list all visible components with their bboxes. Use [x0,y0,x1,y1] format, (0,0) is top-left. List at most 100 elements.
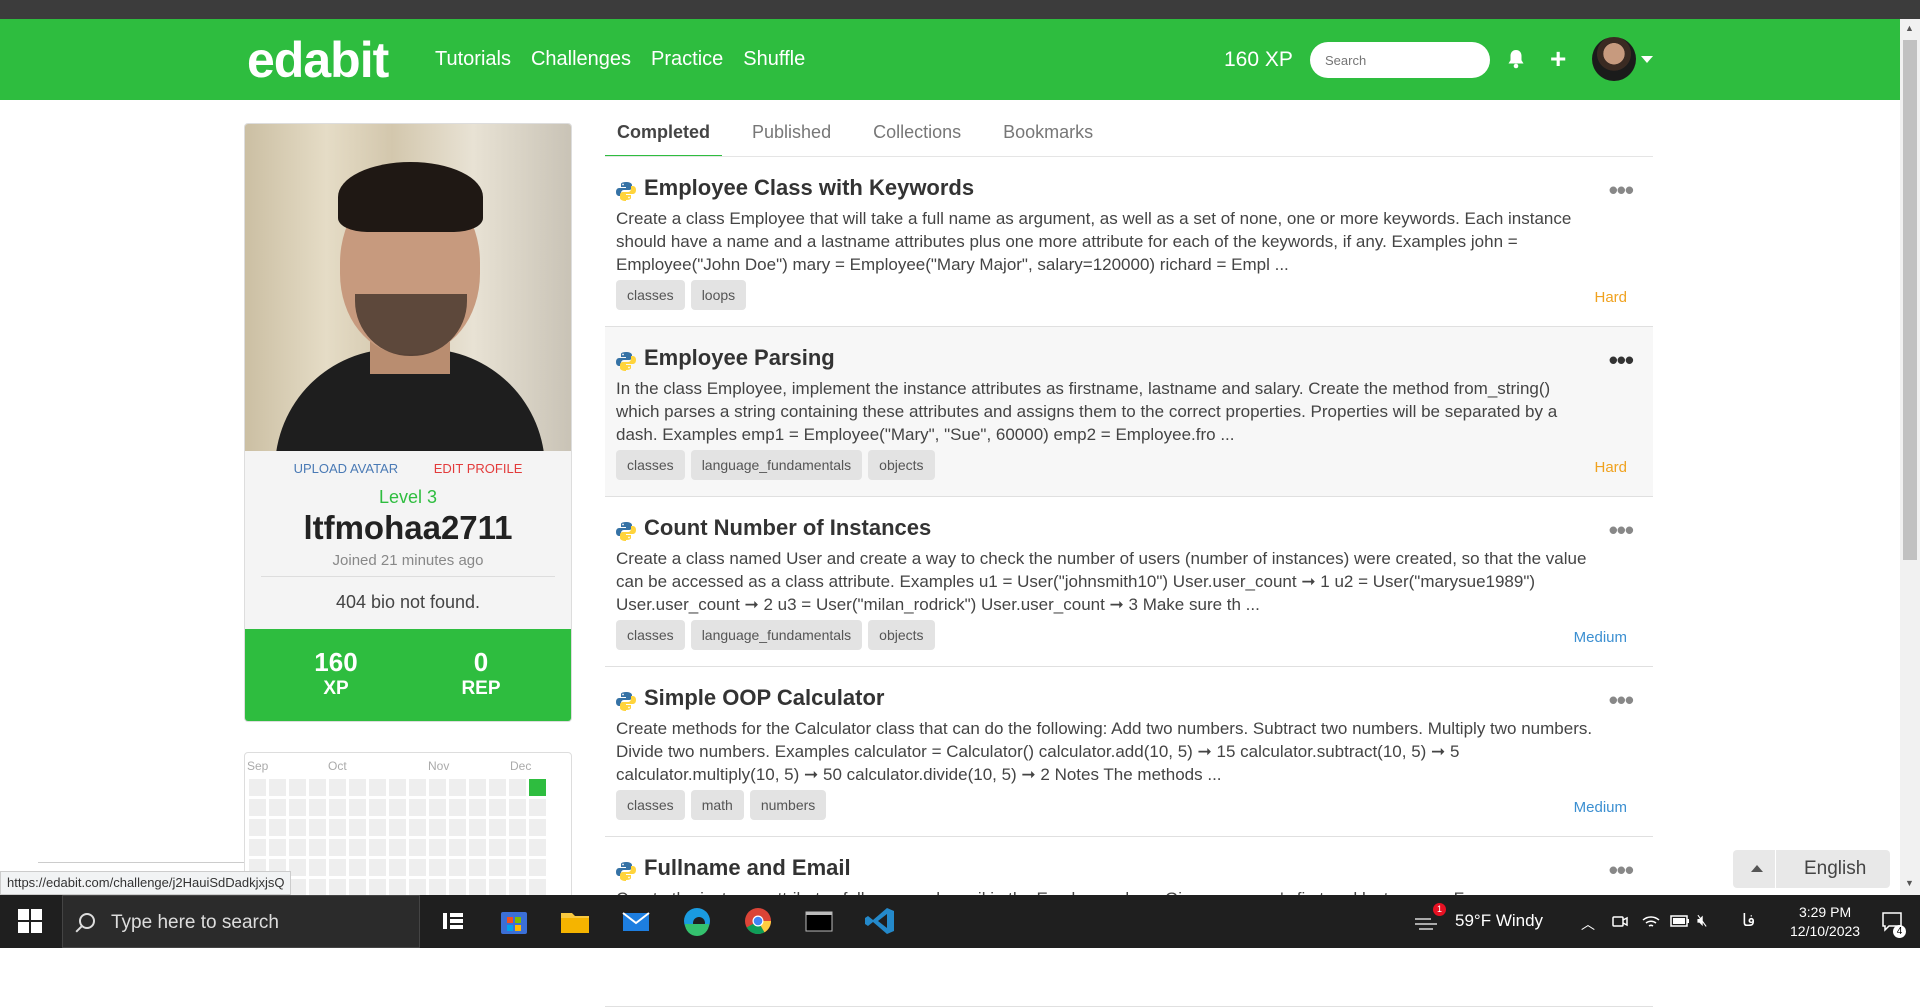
taskbar-search-text: Type here to search [111,912,279,933]
edabit-logo[interactable]: edabit [247,31,389,89]
tag-chip[interactable]: language_fundamentals [690,620,863,650]
search-icon [79,913,95,929]
bio-text: 404 bio not found. [335,592,481,612]
tag-chip[interactable]: classes [616,280,685,310]
tab-published[interactable]: Published [740,110,843,158]
heatmap-cell [329,859,346,876]
tag-chip[interactable]: classes [616,620,685,650]
stats-box: 160 XP 0 REP [245,629,571,721]
edit-profile-link[interactable]: EDIT PROFILE [434,461,523,476]
heatmap-cell [469,839,486,856]
weather-text[interactable]: 59°F Windy [1455,911,1543,931]
heatmap-cell [529,839,546,856]
challenge-title[interactable]: Employee Parsing [644,345,835,371]
chrome-icon[interactable] [740,904,776,938]
file-explorer-icon[interactable] [557,904,593,938]
heatmap-cell [289,799,306,816]
scroll-down-arrow-icon[interactable]: ▼ [1905,878,1914,888]
plus-icon[interactable]: + [1550,43,1566,75]
challenge-item[interactable]: Simple OOP Calculator ••• Create methods f… [605,667,1653,837]
heatmap-cell [529,779,546,796]
heatmap-cell [329,879,346,896]
scrollbar-thumb[interactable] [1903,40,1917,560]
heatmap-cell [489,799,506,816]
nav-practice[interactable]: Practice [651,48,723,71]
challenge-title[interactable]: Count Number of Instances [644,515,931,541]
more-options-icon[interactable]: ••• [1609,515,1634,546]
more-options-icon[interactable]: ••• [1609,855,1634,886]
tab-completed[interactable]: Completed [605,110,723,158]
difficulty-label: Hard [1594,459,1627,476]
tag-list: classes math numbers [616,790,827,820]
more-options-icon[interactable]: ••• [1609,175,1634,206]
nav-challenges[interactable]: Challenges [531,48,631,71]
edge-icon[interactable] [679,904,715,938]
tag-chip[interactable]: classes [616,790,685,820]
mail-icon[interactable] [618,904,654,938]
windows-start-icon[interactable] [18,909,42,933]
tag-list: classes language_fundamentals objects [616,620,935,650]
tab-bookmarks[interactable]: Bookmarks [991,110,1105,158]
scroll-up-arrow-icon[interactable]: ▲ [1905,23,1914,33]
heatmap-cell [369,799,386,816]
input-language[interactable]: فا [1742,911,1755,931]
more-options-icon[interactable]: ••• [1609,345,1634,376]
taskbar-search[interactable]: Type here to search [62,895,420,948]
more-options-icon[interactable]: ••• [1609,685,1634,716]
heatmap-cell [389,799,406,816]
upload-avatar-link[interactable]: UPLOAD AVATAR [294,461,399,476]
profile-photo [245,124,571,451]
chevron-down-icon[interactable] [1641,56,1653,63]
heatmap-cell [269,779,286,796]
battery-icon[interactable] [1670,914,1690,928]
challenge-title[interactable]: Simple OOP Calculator [644,685,884,711]
meet-now-icon[interactable] [1611,912,1629,930]
python-icon [616,181,636,201]
heatmap-cell [489,839,506,856]
nav-tutorials[interactable]: Tutorials [435,48,511,71]
heatmap-cell [409,839,426,856]
search-input[interactable] [1310,42,1490,78]
tag-chip[interactable]: numbers [749,790,827,820]
browser-top-strip [0,0,1920,19]
heatmap-cell [249,799,266,816]
tag-chip[interactable]: math [690,790,744,820]
heatmap-cell [369,819,386,836]
task-view-icon[interactable] [435,904,471,938]
heatmap-cell [329,779,346,796]
tag-chip[interactable]: objects [868,620,935,650]
challenge-item[interactable]: Employee Class with Keywords ••• Create a … [605,157,1653,327]
chevron-up-icon[interactable] [1751,865,1763,872]
volume-mute-icon[interactable]: 🔇︎ [1697,911,1708,931]
terminal-icon[interactable] [801,904,837,938]
avatar[interactable] [1592,37,1636,81]
nav-shuffle[interactable]: Shuffle [743,48,805,71]
difficulty-label: Medium [1573,799,1627,816]
wifi-icon[interactable] [1641,912,1661,930]
heatmap-cell [429,799,446,816]
chevron-up-icon[interactable]: ︿ [1581,914,1595,934]
tag-chip[interactable]: loops [690,280,747,310]
language-button[interactable]: English [1733,850,1890,888]
username: ltfmohaa2711 [303,509,513,546]
challenge-item[interactable]: Employee Parsing ••• In the class Employee… [605,327,1653,497]
challenge-title[interactable]: Fullname and Email [644,855,851,881]
vscode-icon[interactable] [862,904,898,938]
system-clock[interactable]: 3:29 PM 12/10/2023 [1790,903,1860,941]
challenge-title[interactable]: Employee Class with Keywords [644,175,974,201]
tag-chip[interactable]: classes [616,450,685,480]
tab-collections[interactable]: Collections [861,110,973,158]
heatmap-cell [349,819,366,836]
bell-icon[interactable] [1507,49,1525,69]
heatmap-cell [449,819,466,836]
store-icon[interactable] [496,904,532,938]
python-icon [616,521,636,541]
challenge-item[interactable]: Count Number of Instances ••• Create a cla… [605,497,1653,667]
heatmap-cell [269,799,286,816]
language-label: English [1804,858,1867,879]
tag-chip[interactable]: language_fundamentals [690,450,863,480]
heatmap-cell [449,799,466,816]
heatmap-cell [489,859,506,876]
heatmap-cell [449,879,466,896]
tag-chip[interactable]: objects [868,450,935,480]
